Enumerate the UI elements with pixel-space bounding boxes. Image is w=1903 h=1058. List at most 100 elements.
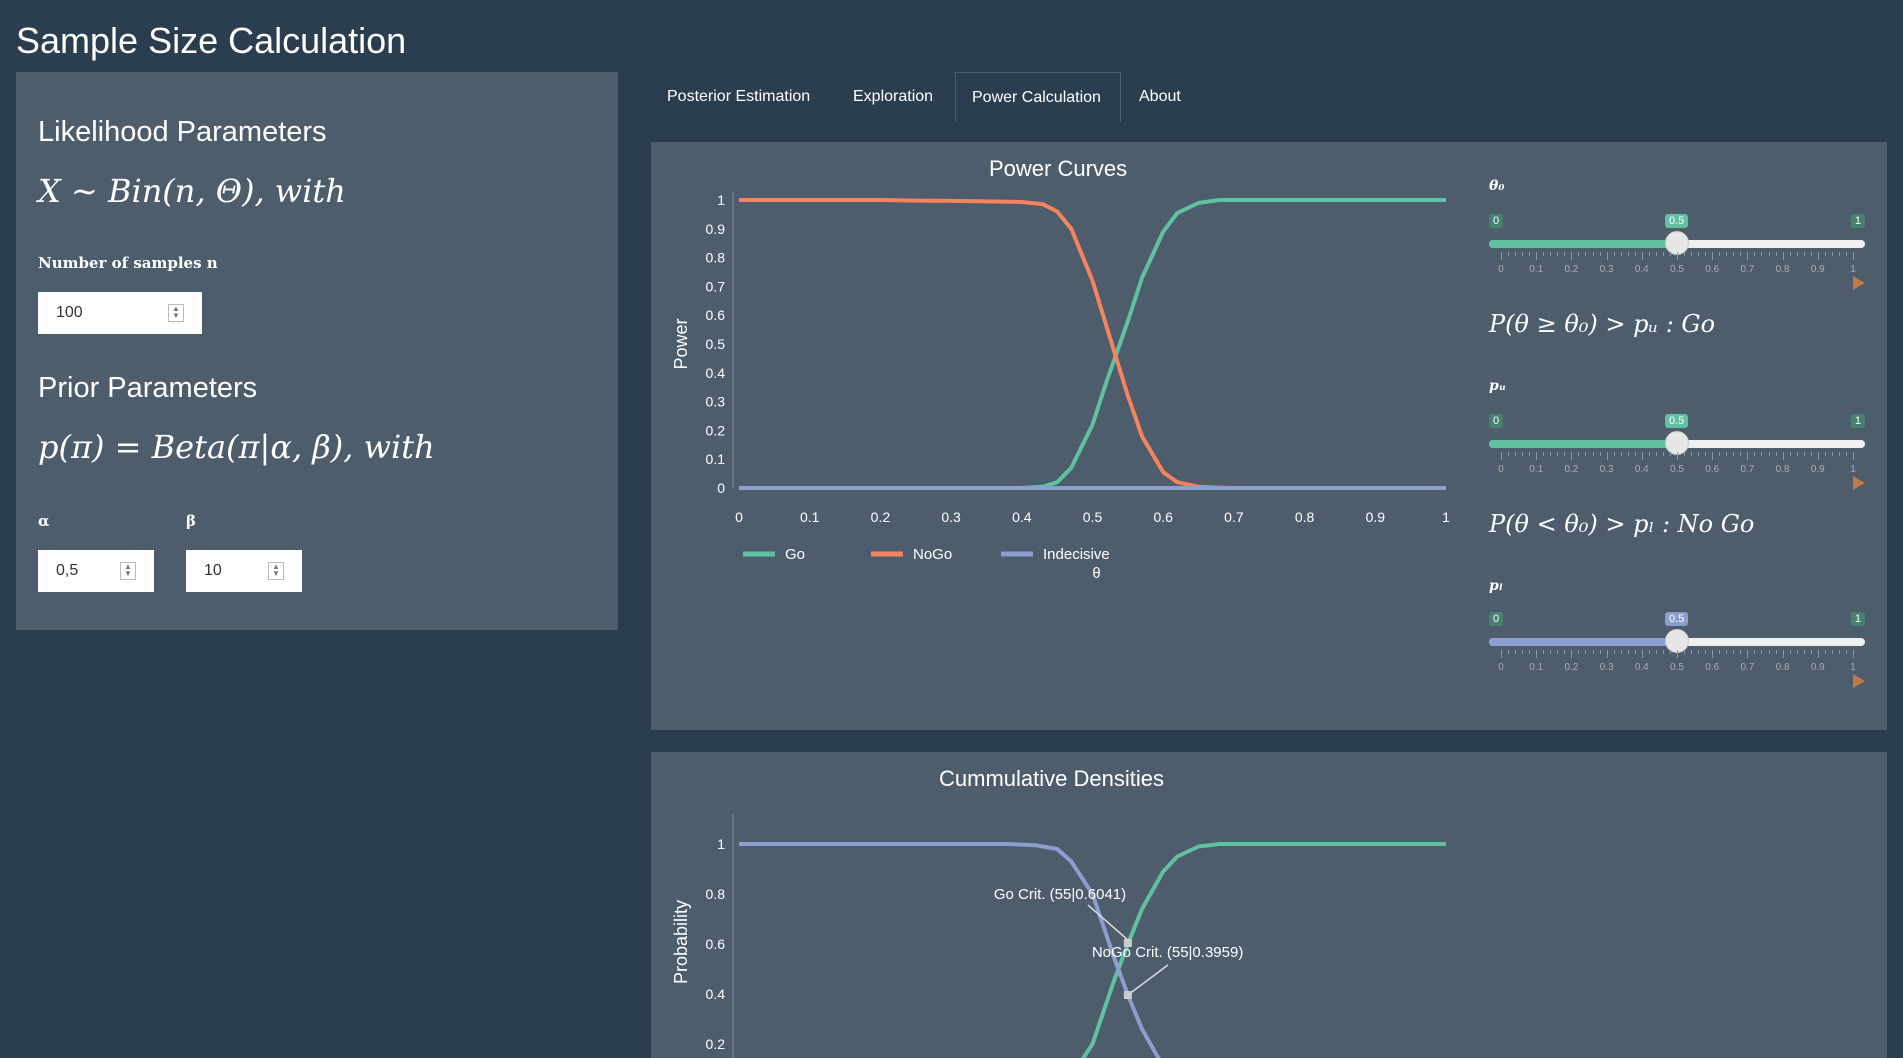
slider-tick [1782, 452, 1784, 460]
slider-tick [1845, 252, 1847, 256]
slider-tick [1789, 452, 1791, 456]
nogo-crit-marker [1123, 991, 1132, 1000]
slider-tick [1606, 252, 1608, 260]
slider-tick [1712, 252, 1714, 260]
power-curves-panel: Power Curves 0 0.1 0.2 0.3 0.4 0.5 0.6 0.7 0.8 0.… [651, 142, 1887, 730]
slider-max-label: 1 [1850, 214, 1865, 228]
slider-tick [1578, 650, 1580, 654]
pu-slider[interactable]: 0 1 0.5 0 0.1 0.2 0.3 0.4 0.5 0.6 0.7 0.8 0.9 1 [1489, 414, 1865, 494]
slider-value-label: 0.5 [1665, 612, 1689, 626]
slider-tick [1740, 452, 1742, 456]
slider-tick-label: 0 [1498, 264, 1504, 275]
alpha-input[interactable]: 0,5 ▲ ▼ [38, 550, 154, 592]
cumulative-densities-chart[interactable]: 0.2 0.4 0.6 0.8 1 Probability Go Crit. (55|0.6… [651, 792, 1471, 1058]
play-icon[interactable] [1853, 674, 1865, 688]
play-icon[interactable] [1853, 476, 1865, 490]
pl-slider[interactable]: 0 1 0.5 0 0.1 0.2 0.3 0.4 0.5 0.6 0.7 0.8 0.9 1 [1489, 612, 1865, 692]
go-rule: P(θ ≥ θ₀) > pᵤ : Go [1489, 310, 1716, 338]
slider-min-label: 0 [1489, 414, 1504, 428]
slider-tick [1501, 252, 1502, 260]
n-input[interactable]: 100 ▲ ▼ [38, 292, 202, 334]
slider-tick [1768, 252, 1770, 256]
play-icon[interactable] [1853, 276, 1865, 290]
slider-tick [1529, 650, 1531, 654]
slider-tick [1740, 650, 1742, 654]
n-spinner[interactable]: ▲ ▼ [168, 304, 184, 322]
slider-tick [1592, 252, 1594, 256]
y-axis-label: Probability [671, 900, 691, 984]
x-tick-label: 0.2 [871, 509, 891, 525]
slider-tick [1522, 650, 1524, 654]
slider-tick [1747, 252, 1749, 260]
slider-tick-label: 0.6 [1705, 264, 1720, 275]
series-line-go [739, 198, 1446, 490]
slider-tick [1831, 650, 1833, 654]
y-tick-label: 0.6 [706, 936, 726, 952]
sidebar-panel: Likelihood Parameters X ∼ Bin(n, Θ), wit… [16, 72, 618, 630]
slider-tick-label: 0.7 [1740, 464, 1755, 475]
slider-tick-label: 0.1 [1529, 464, 1544, 475]
slider-tick [1669, 650, 1671, 654]
slider-tick [1782, 650, 1784, 658]
slider-tick [1740, 252, 1742, 256]
slider-tick-label: 0 [1498, 662, 1504, 673]
slider-tick [1684, 452, 1686, 456]
tab-posterior-estimation[interactable]: Posterior Estimation [651, 72, 826, 122]
pu-label: pᵤ [1489, 378, 1507, 394]
slider-tick [1845, 650, 1847, 654]
slider-tick [1775, 650, 1777, 654]
y-tick-label: 0.2 [706, 1036, 726, 1052]
beta-input[interactable]: 10 ▲ ▼ [186, 550, 302, 592]
x-tick-label: 0.9 [1366, 509, 1386, 525]
slider-tick-label: 0.2 [1564, 464, 1579, 475]
slider-tick [1824, 452, 1826, 456]
y-tick-label: 0.8 [706, 886, 726, 902]
slider-tick [1641, 452, 1643, 460]
y-tick-label: 1 [717, 192, 725, 208]
slider-tick [1761, 252, 1763, 256]
slider-tick [1817, 452, 1819, 460]
x-tick-label: 0.8 [1295, 509, 1315, 525]
slider-tick [1543, 650, 1545, 654]
slider-tick [1853, 452, 1854, 460]
x-tick-label: 0 [735, 509, 743, 525]
slider-tick-label: 0.2 [1564, 662, 1579, 673]
slider-tick [1691, 650, 1693, 654]
theta0-slider[interactable]: 0 1 0.5 0 0.1 0.2 0.3 0.4 0.5 0.6 0.7 0.8 0.9 1 [1489, 214, 1865, 294]
slider-tick [1754, 650, 1756, 654]
beta-spinner[interactable]: ▲ ▼ [268, 562, 284, 580]
slider-tick-label: 1 [1850, 662, 1856, 673]
slider-tick [1733, 650, 1735, 654]
slider-tick [1684, 252, 1686, 256]
slider-tick [1662, 252, 1664, 256]
alpha-spinner[interactable]: ▲ ▼ [120, 562, 136, 580]
slider-tick [1775, 252, 1777, 256]
slider-tick [1508, 252, 1510, 256]
slider-tick [1747, 452, 1749, 460]
slider-tick [1571, 252, 1573, 260]
slider-ticks [1489, 452, 1865, 460]
alpha-input-value: 0,5 [56, 562, 79, 579]
slider-tick [1810, 252, 1812, 256]
slider-tick [1655, 452, 1657, 456]
slider-tick-label: 0.6 [1705, 662, 1720, 673]
prior-formula: p(π) = Beta(π|α, β), with [38, 428, 435, 466]
tab-exploration[interactable]: Exploration [837, 72, 949, 122]
slider-tick [1599, 252, 1601, 256]
slider-tick [1817, 252, 1819, 260]
slider-tick-label: 0.6 [1705, 464, 1720, 475]
slider-tick [1712, 452, 1714, 460]
tab-about[interactable]: About [1123, 72, 1197, 122]
tab-power-calculation[interactable]: Power Calculation [955, 72, 1121, 122]
slider-tick-label: 0.3 [1599, 264, 1614, 275]
slider-tick [1522, 252, 1524, 256]
slider-tick-label: 1 [1850, 464, 1856, 475]
slider-tick [1677, 452, 1678, 460]
slider-tick-label: 0.8 [1775, 264, 1790, 275]
slider-tick [1529, 252, 1531, 256]
slider-tick-label: 0.3 [1599, 662, 1614, 673]
slider-tick [1627, 452, 1629, 456]
slider-tick [1754, 452, 1756, 456]
power-curves-chart[interactable]: 0 0.1 0.2 0.3 0.4 0.5 0.6 0.7 0.8 0.9 1 0 0.1 0.2 0.3 0… [651, 182, 1471, 662]
y-tick-label: 0.9 [706, 221, 726, 237]
